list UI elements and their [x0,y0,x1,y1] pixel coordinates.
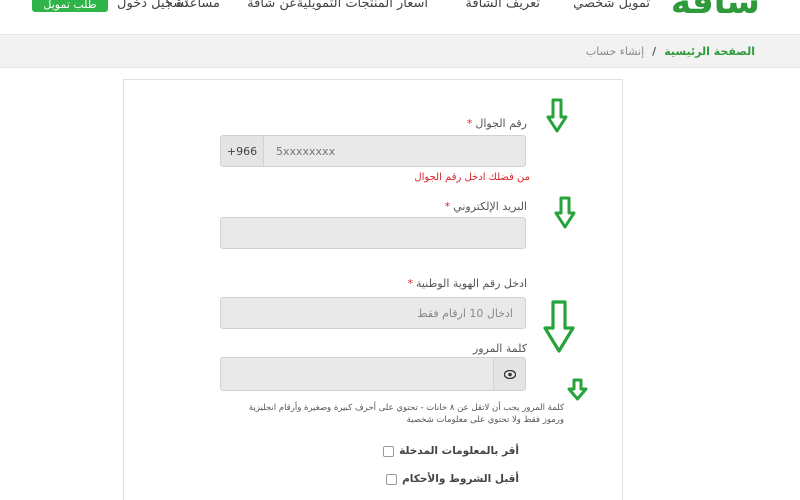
down-arrow-icon [554,196,576,229]
page: شافة تمويل شخصي تعريف الشافة اسعار المنت… [0,0,800,500]
phone-label-text: رقم الجوال [475,117,527,130]
confirm-info-checkbox[interactable] [383,445,395,457]
login-link[interactable]: تسجيل دخول [117,0,189,11]
confirm-info-row: أقر بالمعلومات المدخلة [383,445,519,457]
down-arrow-icon [567,378,588,401]
required-mark: * [444,200,451,213]
required-mark: * [466,117,473,130]
required-mark: * [407,277,414,290]
password-input[interactable] [221,358,493,390]
request-finance-button[interactable]: طلب تمويل [32,0,108,12]
country-code-prefix: +966 [221,136,264,166]
eye-icon [503,369,516,379]
national-id-label-text: ادخل رقم الهوية الوطنية [416,277,527,290]
confirm-info-label: أقر بالمعلومات المدخلة [399,445,519,457]
email-input[interactable] [221,218,525,248]
down-arrow-icon [543,300,575,353]
phone-input[interactable] [264,136,525,166]
email-label: البريد الإلكتروني* [445,200,527,213]
breadcrumb-bar: الصفحة الرئيسية / إنشاء حساب [0,34,800,68]
national-id-input[interactable] [221,298,525,328]
down-arrow-icon [546,98,568,133]
email-label-text: البريد الإلكتروني [453,200,527,213]
phone-field: +966 [220,135,526,167]
password-field [220,357,526,391]
nav-personal-finance[interactable]: تمويل شخصي [573,0,650,11]
nav-about-company[interactable]: عن شافة [247,0,297,11]
accept-terms-checkbox[interactable] [386,473,398,485]
national-id-label: ادخل رقم الهوية الوطنية* [408,277,527,290]
accept-terms-row: أقبل الشروط والأحكام [386,473,519,485]
show-password-button[interactable] [493,358,525,390]
breadcrumb-separator: / [652,45,657,58]
site-logo[interactable]: شافة [671,0,760,22]
password-label: كلمة المرور [472,342,527,355]
password-hint: كلمة المرور يجب أن لاتقل عن ٨ خانات - تح… [248,403,564,425]
accept-terms-label: أقبل الشروط والأحكام [402,473,519,485]
nav-prices[interactable]: اسعار المنتجات التمويلية [297,0,428,11]
top-header: شافة تمويل شخصي تعريف الشافة اسعار المنت… [0,0,800,34]
breadcrumb-home-link[interactable]: الصفحة الرئيسية [664,45,755,58]
phone-error-message: من فضلك ادخل رقم الجوال [414,172,530,183]
email-field [220,217,526,249]
national-id-field [220,297,526,329]
nav-about-product[interactable]: تعريف الشافة [465,0,540,11]
breadcrumb-current: إنشاء حساب [585,45,645,58]
phone-label: رقم الجوال* [467,117,527,130]
breadcrumb: الصفحة الرئيسية / إنشاء حساب [586,45,755,58]
